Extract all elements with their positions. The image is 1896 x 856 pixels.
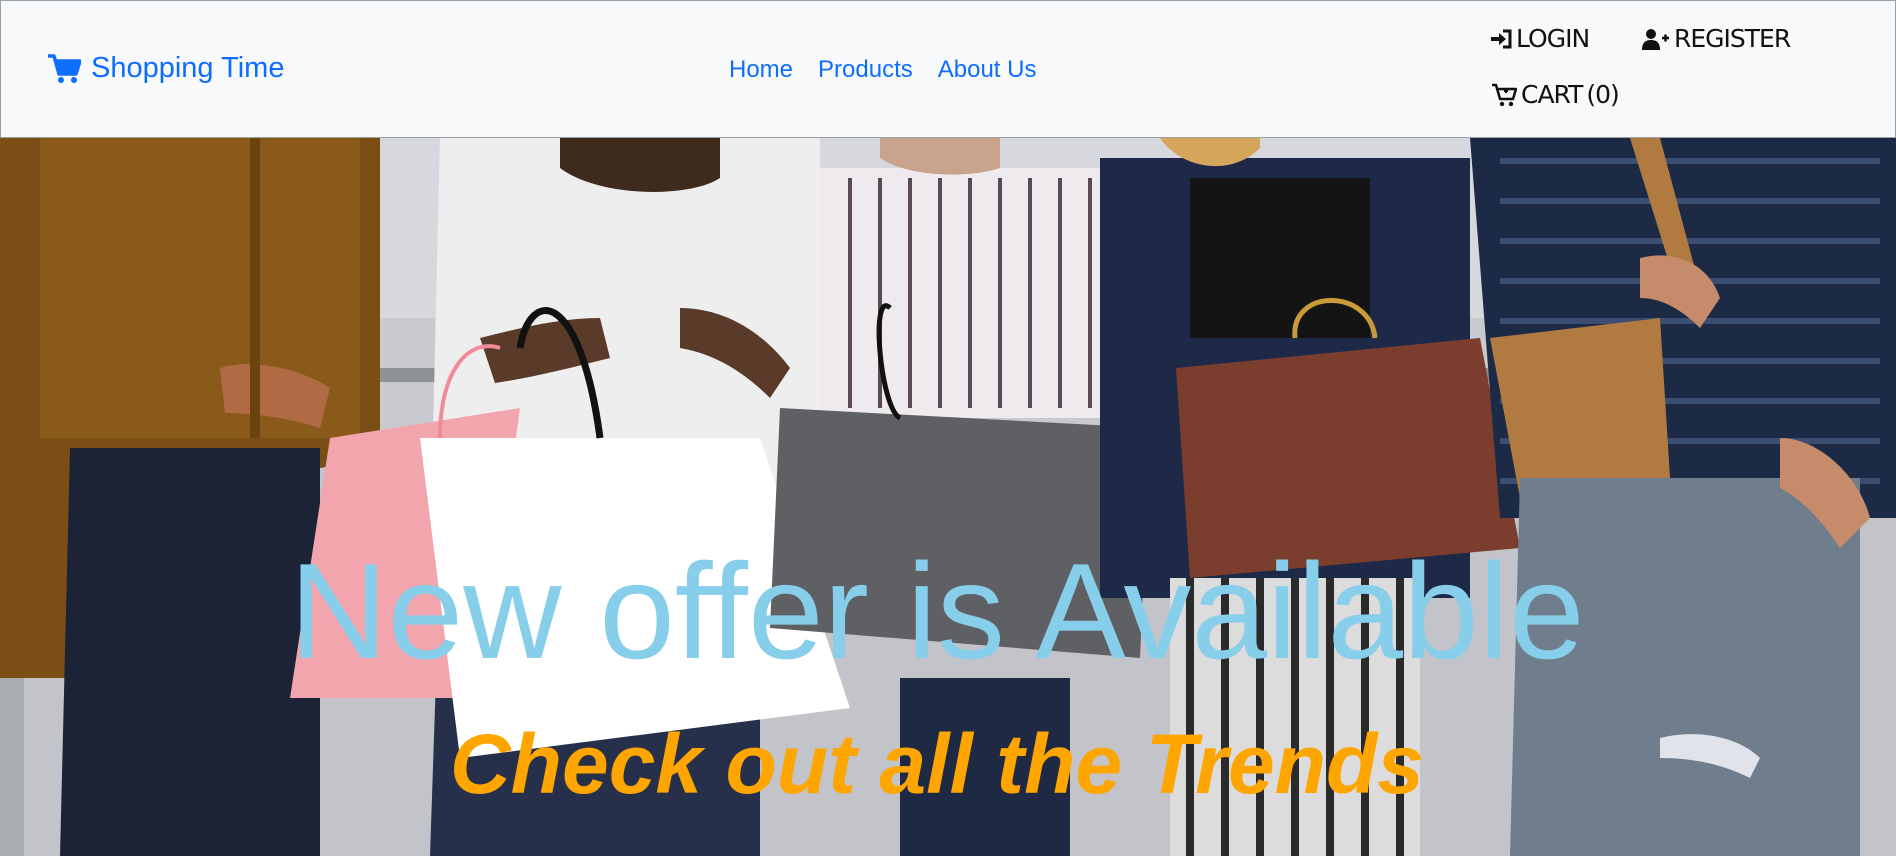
brand-link[interactable]: Shopping Time <box>47 52 284 85</box>
cart-button[interactable]: CART (0) <box>1491 80 1620 109</box>
sign-in-arrow-icon <box>1491 29 1512 48</box>
hero-headline: New offer is Available <box>289 535 1585 687</box>
navbar: Shopping Time Home Products About Us LOG… <box>0 0 1896 138</box>
cart-label: CART <box>1521 80 1583 109</box>
register-label: REGISTER <box>1674 24 1791 53</box>
hero-subline: Check out all the Trends <box>450 717 1424 811</box>
main-nav: Home Products About Us <box>729 56 1036 84</box>
shopping-cart-icon <box>48 53 81 83</box>
login-label: LOGIN <box>1516 24 1590 53</box>
nav-about-us-link[interactable]: About Us <box>938 56 1037 84</box>
nav-home-link[interactable]: Home <box>729 56 793 84</box>
register-button[interactable]: REGISTER <box>1642 24 1791 53</box>
user-plus-icon <box>1642 28 1669 50</box>
hero-banner: New offer is Available Check out all the… <box>0 138 1896 856</box>
brand-name: Shopping Time <box>91 52 285 84</box>
nav-products-link[interactable]: Products <box>818 56 913 84</box>
cart-icon <box>1492 83 1517 106</box>
login-button[interactable]: LOGIN <box>1490 24 1590 53</box>
cart-count: (0) <box>1586 80 1619 109</box>
